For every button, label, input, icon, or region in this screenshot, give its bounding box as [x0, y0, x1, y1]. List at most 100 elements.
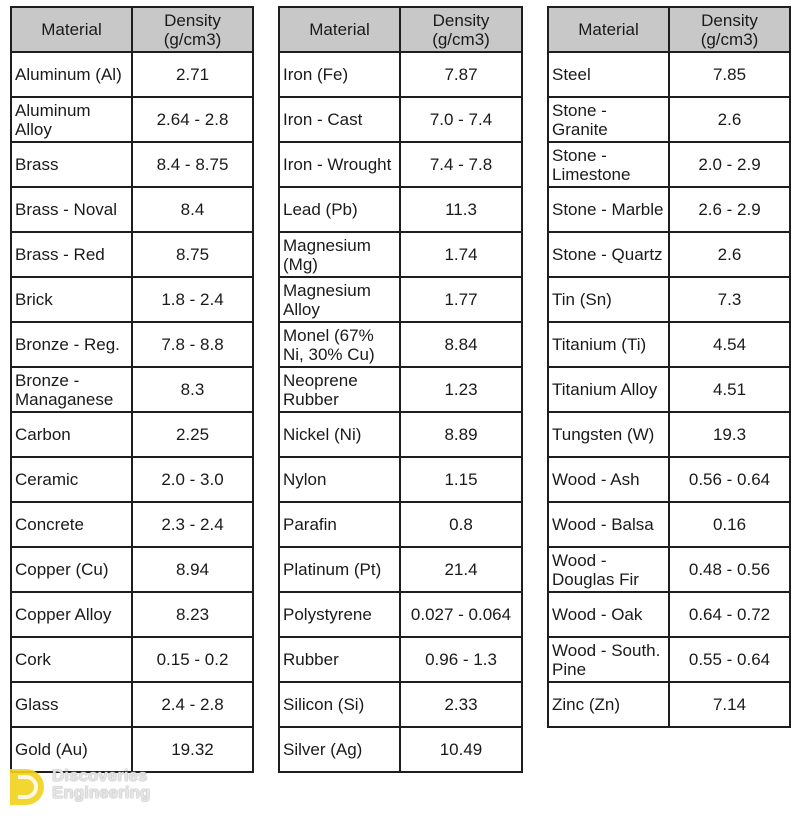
- density-cell: 2.33: [399, 681, 523, 728]
- material-cell: Brass - Noval: [10, 186, 133, 233]
- table-row: Wood - Ash 0.56 - 0.64: [547, 456, 791, 503]
- material-cell: Titanium Alloy: [547, 366, 670, 413]
- table-row: Stone - Quartz 2.6: [547, 231, 791, 278]
- table-row: Brass - Noval 8.4: [10, 186, 254, 233]
- material-cell: Stone - Marble: [547, 186, 670, 233]
- table-row: Parafin 0.8: [278, 501, 523, 548]
- material-cell: Cork: [10, 636, 133, 683]
- header-row: Material Density (g/cm3): [547, 6, 791, 53]
- material-cell: Stone - Granite: [547, 96, 670, 143]
- material-cell: Concrete: [10, 501, 133, 548]
- material-cell: Iron - Wrought: [278, 141, 401, 188]
- material-cell: Titanium (Ti): [547, 321, 670, 368]
- density-header-line1: Density: [701, 10, 758, 30]
- material-cell: Nylon: [278, 456, 401, 503]
- table-row: Aluminum Alloy 2.64 - 2.8: [10, 96, 254, 143]
- table-row: Lead (Pb) 11.3: [278, 186, 523, 233]
- material-cell: Monel (67% Ni, 30% Cu): [278, 321, 401, 368]
- density-cell: 7.8 - 8.8: [131, 321, 254, 368]
- material-cell: Silver (Ag): [278, 726, 401, 773]
- material-cell: Tungsten (W): [547, 411, 670, 458]
- density-header-unit: (g/cm3): [163, 29, 222, 49]
- table-row: Gold (Au) 19.32: [10, 726, 254, 773]
- material-header: Material: [278, 6, 401, 53]
- density-cell: 0.027 - 0.064: [399, 591, 523, 638]
- table-row: Tungsten (W) 19.3: [547, 411, 791, 458]
- density-header-unit: (g/cm3): [700, 29, 759, 49]
- density-cell: 2.3 - 2.4: [131, 501, 254, 548]
- table-row: Bronze - Reg. 7.8 - 8.8: [10, 321, 254, 368]
- density-cell: 7.0 - 7.4: [399, 96, 523, 143]
- table-row: Ceramic 2.0 - 3.0: [10, 456, 254, 503]
- density-cell: 1.74: [399, 231, 523, 278]
- table-row: Brick 1.8 - 2.4: [10, 276, 254, 323]
- density-cell: 8.4 - 8.75: [131, 141, 254, 188]
- density-cell: 2.4 - 2.8: [131, 681, 254, 728]
- material-header: Material: [547, 6, 670, 53]
- density-cell: 4.54: [668, 321, 791, 368]
- material-cell: Brass: [10, 141, 133, 188]
- table-row: Rubber 0.96 - 1.3: [278, 636, 523, 683]
- table-row: Cork 0.15 - 0.2: [10, 636, 254, 683]
- material-cell: Magnesium (Mg): [278, 231, 401, 278]
- density-cell: 8.75: [131, 231, 254, 278]
- table-row: Silicon (Si) 2.33: [278, 681, 523, 728]
- material-cell: Lead (Pb): [278, 186, 401, 233]
- density-cell: 1.77: [399, 276, 523, 323]
- material-cell: Carbon: [10, 411, 133, 458]
- table-row: Polystyrene 0.027 - 0.064: [278, 591, 523, 638]
- material-cell: Stone - Limestone: [547, 141, 670, 188]
- material-cell: Iron (Fe): [278, 51, 401, 98]
- material-cell: Stone - Quartz: [547, 231, 670, 278]
- density-cell: 0.16: [668, 501, 791, 548]
- density-cell: 7.87: [399, 51, 523, 98]
- density-cell: 2.6: [668, 96, 791, 143]
- density-cell: 2.71: [131, 51, 254, 98]
- material-cell: Wood - Ash: [547, 456, 670, 503]
- material-cell: Magnesium Alloy: [278, 276, 401, 323]
- table-row: Iron - Wrought 7.4 - 7.8: [278, 141, 523, 188]
- density-cell: 7.4 - 7.8: [399, 141, 523, 188]
- density-cell: 1.8 - 2.4: [131, 276, 254, 323]
- table-row: Brass 8.4 - 8.75: [10, 141, 254, 188]
- table-row: Bronze - Managanese 8.3: [10, 366, 254, 413]
- density-table-1: Material Density (g/cm3) Aluminum (Al) 2.7…: [10, 6, 254, 773]
- material-cell: Brass - Red: [10, 231, 133, 278]
- material-cell: Bronze - Managanese: [10, 366, 133, 413]
- table-row: Copper Alloy 8.23: [10, 591, 254, 638]
- density-cell: 7.3: [668, 276, 791, 323]
- material-cell: Neoprene Rubber: [278, 366, 401, 413]
- table-row: Titanium Alloy 4.51: [547, 366, 791, 413]
- density-cell: 8.89: [399, 411, 523, 458]
- density-cell: 2.0 - 2.9: [668, 141, 791, 188]
- header-row: Material Density (g/cm3): [10, 6, 254, 53]
- density-header: Density (g/cm3): [399, 6, 523, 53]
- material-cell: Wood - Balsa: [547, 501, 670, 548]
- density-cell: 2.6: [668, 231, 791, 278]
- table-row: Stone - Marble 2.6 - 2.9: [547, 186, 791, 233]
- density-cell: 10.49: [399, 726, 523, 773]
- material-cell: Wood - South. Pine: [547, 636, 670, 683]
- table-row: Magnesium Alloy 1.77: [278, 276, 523, 323]
- material-cell: Gold (Au): [10, 726, 133, 773]
- density-cell: 0.56 - 0.64: [668, 456, 791, 503]
- table-row: Zinc (Zn) 7.14: [547, 681, 791, 728]
- table-row: Wood - South. Pine 0.55 - 0.64: [547, 636, 791, 683]
- density-cell: 11.3: [399, 186, 523, 233]
- density-cell: 8.3: [131, 366, 254, 413]
- material-cell: Aluminum Alloy: [10, 96, 133, 143]
- density-header: Density (g/cm3): [131, 6, 254, 53]
- density-cell: 8.4: [131, 186, 254, 233]
- material-cell: Rubber: [278, 636, 401, 683]
- material-cell: Aluminum (Al): [10, 51, 133, 98]
- table-row: Wood - Oak 0.64 - 0.72: [547, 591, 791, 638]
- density-cell: 0.15 - 0.2: [131, 636, 254, 683]
- table-row: Neoprene Rubber 1.23: [278, 366, 523, 413]
- material-cell: Ceramic: [10, 456, 133, 503]
- density-table-2: Material Density (g/cm3) Iron (Fe) 7.87 Iro…: [278, 6, 523, 773]
- table-row: Iron - Cast 7.0 - 7.4: [278, 96, 523, 143]
- table-row: Titanium (Ti) 4.54: [547, 321, 791, 368]
- density-cell: 0.55 - 0.64: [668, 636, 791, 683]
- table-row: Stone - Granite 2.6: [547, 96, 791, 143]
- density-header-line1: Density: [432, 10, 490, 30]
